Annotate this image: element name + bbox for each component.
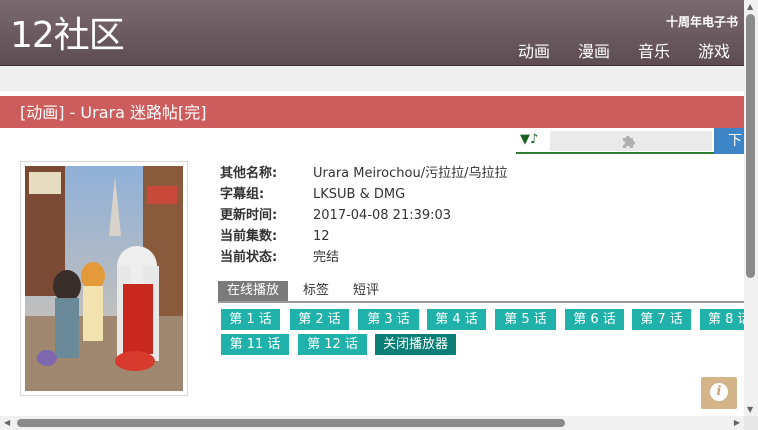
content-tabs: 在线播放 标签 短评	[218, 281, 744, 303]
scroll-down-arrow-icon[interactable]: ▼	[747, 405, 753, 414]
nav-games[interactable]: 游戏	[698, 38, 730, 62]
music-player-widget[interactable]: ▼♪	[516, 130, 714, 154]
music-note-icon[interactable]: ▼♪	[520, 132, 538, 147]
anime-info: 其他名称: Urara Meirochou/污拉拉/乌拉拉 字幕组: LKSUB…	[220, 163, 507, 268]
page-title: [动画] - Urara 迷路帖[完]	[0, 96, 744, 128]
scroll-up-arrow-icon[interactable]: ▲	[747, 2, 753, 11]
vertical-scrollbar[interactable]: ▲ ▼	[744, 0, 758, 416]
vertical-scroll-thumb[interactable]	[746, 14, 755, 278]
info-label: 当前集数:	[220, 229, 278, 244]
info-value: 12	[313, 229, 330, 244]
scroll-left-arrow-icon[interactable]: ◀	[4, 418, 10, 427]
episode-button-12[interactable]: 第 12 话	[298, 334, 367, 355]
main-nav: 动画 漫画 音乐 游戏	[518, 38, 730, 62]
info-label: 当前状态:	[220, 250, 278, 265]
site-header: 12社区 十周年电子书 动画 漫画 音乐 游戏	[0, 0, 744, 66]
tab-online-play[interactable]: 在线播放	[218, 281, 289, 301]
ebook-link[interactable]: 十周年电子书	[666, 13, 738, 30]
nav-anime[interactable]: 动画	[518, 38, 550, 62]
nav-music[interactable]: 音乐	[638, 38, 670, 62]
horizontal-scrollbar[interactable]: ◀ ▶	[0, 416, 744, 430]
info-value: LKSUB & DMG	[313, 187, 406, 202]
info-value: 完结	[313, 250, 340, 265]
info-value: 2017-04-08 21:39:03	[313, 208, 452, 223]
episode-button-8[interactable]: 第 8 话	[700, 309, 744, 330]
info-label: 字幕组:	[220, 187, 265, 202]
info-row-status: 当前状态: 完结	[220, 247, 507, 268]
episode-button-5[interactable]: 第 5 话	[495, 309, 556, 330]
puzzle-icon	[623, 136, 635, 148]
episode-button-11[interactable]: 第 11 话	[221, 334, 289, 355]
info-icon: i	[710, 383, 728, 401]
tab-reviews[interactable]: 短评	[344, 281, 388, 301]
info-row-updated: 更新时间: 2017-04-08 21:39:03	[220, 205, 507, 226]
plugin-placeholder	[550, 131, 712, 151]
scrollbar-corner	[744, 416, 758, 430]
info-label: 更新时间:	[220, 208, 278, 223]
scroll-right-arrow-icon[interactable]: ▶	[734, 418, 740, 427]
site-logo[interactable]: 12社区	[10, 14, 125, 58]
episode-button-3[interactable]: 第 3 话	[358, 309, 419, 330]
episode-button-6[interactable]: 第 6 话	[565, 309, 624, 330]
info-row-episodes: 当前集数: 12	[220, 226, 507, 247]
tab-tags[interactable]: 标签	[294, 281, 338, 301]
episode-button-2[interactable]: 第 2 话	[290, 309, 349, 330]
episode-button-7[interactable]: 第 7 话	[632, 309, 691, 330]
horizontal-scroll-thumb[interactable]	[17, 419, 565, 427]
episode-button-1[interactable]: 第 1 话	[221, 309, 280, 330]
info-row-alias: 其他名称: Urara Meirochou/污拉拉/乌拉拉	[220, 163, 507, 184]
info-value: Urara Meirochou/污拉拉/乌拉拉	[313, 166, 508, 181]
close-player-button[interactable]: 关闭播放器	[375, 334, 456, 355]
info-row-subgroup: 字幕组: LKSUB & DMG	[220, 184, 507, 205]
poster-frame	[20, 161, 188, 396]
episode-button-4[interactable]: 第 4 话	[427, 309, 486, 330]
info-label: 其他名称:	[220, 166, 278, 181]
info-button[interactable]: i	[701, 377, 737, 409]
nav-manga[interactable]: 漫画	[578, 38, 610, 62]
sub-bar	[0, 66, 744, 91]
anime-poster-image	[25, 166, 183, 391]
